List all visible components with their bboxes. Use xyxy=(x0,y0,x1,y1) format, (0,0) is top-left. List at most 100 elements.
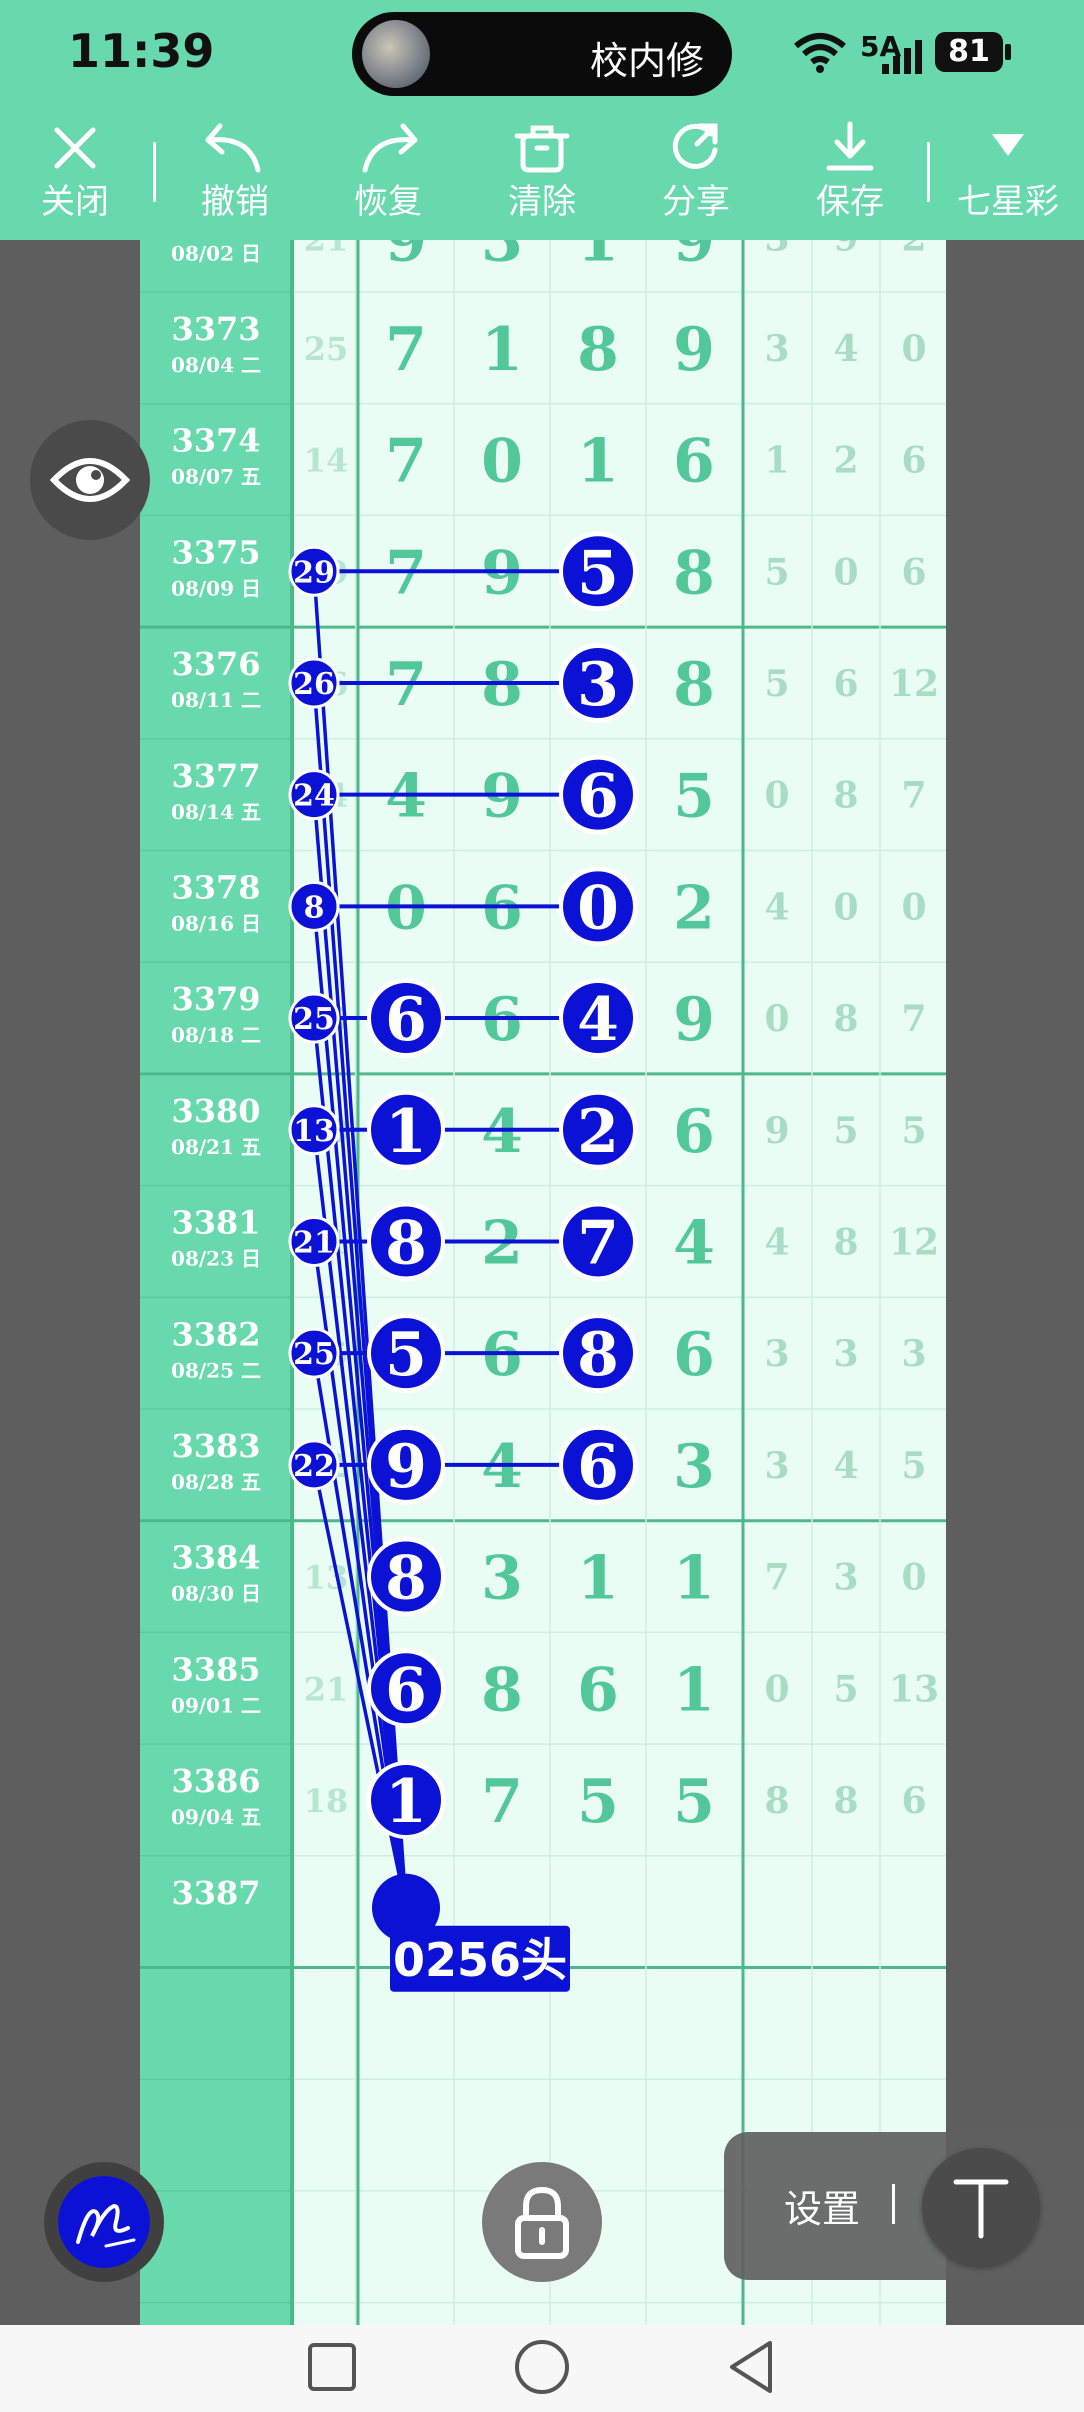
digit-cell: 6 xyxy=(673,1097,715,1167)
marked-digit: 8 xyxy=(385,1208,427,1278)
status-bar: 11:39 校内修 5A 81 xyxy=(0,0,1084,112)
digit-cell: 5 xyxy=(673,1767,715,1837)
marked-digit: 6 xyxy=(385,985,427,1055)
stat-cell: 2 xyxy=(833,440,858,482)
stat-cell: 12 xyxy=(889,1221,939,1263)
stat-cell: 1 xyxy=(764,440,789,482)
issue-date: 08/09 日 xyxy=(171,576,261,600)
toolbar-divider xyxy=(927,142,930,202)
handwriting-pen-button[interactable] xyxy=(44,2162,164,2282)
stat-cell: 3 xyxy=(764,240,789,259)
battery-tip xyxy=(1005,44,1011,60)
row-sum: 21 xyxy=(304,1670,349,1708)
digit-cell: 1 xyxy=(481,315,523,385)
stat-cell: 6 xyxy=(901,551,926,593)
digit-cell: 4 xyxy=(673,1208,715,1278)
digit-cell: 1 xyxy=(673,1544,715,1614)
trash-icon xyxy=(514,125,570,173)
stat-cell: 8 xyxy=(833,998,858,1040)
issue-number: 3384 xyxy=(171,1539,260,1577)
stat-cell: 3 xyxy=(764,1445,789,1487)
marked-digit: 6 xyxy=(577,1432,619,1502)
settings-button[interactable]: 设置 xyxy=(784,2178,860,2233)
issue-date: 08/18 二 xyxy=(171,1023,261,1047)
marked-digit: 8 xyxy=(385,1544,427,1614)
digit-cell: 5 xyxy=(577,1767,619,1837)
marked-digit: 9 xyxy=(385,1432,427,1502)
digit-cell: 2 xyxy=(673,873,715,943)
digit-cell: 6 xyxy=(673,427,715,497)
square-recents-icon[interactable] xyxy=(302,2337,362,2397)
issue-date: 08/02 日 xyxy=(171,241,261,265)
stat-cell: 0 xyxy=(764,998,789,1040)
text-tool-button[interactable] xyxy=(922,2148,1040,2266)
row-sum: 14 xyxy=(304,442,349,480)
lottery-trend-sheet[interactable]: 08/02 日219319392337308/04 二2571893403374… xyxy=(140,240,946,2325)
undo-button[interactable]: 撤销 xyxy=(180,112,290,240)
marked-digit: 3 xyxy=(577,650,619,720)
system-nav-bar xyxy=(0,2325,1084,2412)
redo-button[interactable]: 恢复 xyxy=(333,112,443,240)
lock-icon xyxy=(515,2186,569,2259)
digit-cell: 1 xyxy=(577,240,619,275)
issue-number: 3373 xyxy=(171,310,260,348)
issue-date: 08/23 日 xyxy=(171,1247,261,1271)
undo-icon xyxy=(205,123,261,173)
marked-digit: 5 xyxy=(385,1320,427,1390)
pen-color-swatch xyxy=(58,2176,150,2268)
close-icon xyxy=(54,127,96,169)
row-sum: 18 xyxy=(304,1782,349,1820)
clear-button[interactable]: 清除 xyxy=(487,112,597,240)
stat-cell: 6 xyxy=(901,1780,926,1822)
issue-number: 3386 xyxy=(171,1762,260,1800)
circled-sum-value: 8 xyxy=(304,890,325,925)
digit-cell: 9 xyxy=(673,240,715,275)
stat-cell: 8 xyxy=(764,1780,789,1822)
marked-digit: 8 xyxy=(577,1320,619,1390)
circled-sum-value: 29 xyxy=(293,555,335,590)
issue-date: 09/04 五 xyxy=(171,1805,261,1829)
digit-cell: 7 xyxy=(385,315,427,385)
circled-sum-value: 22 xyxy=(293,1449,335,1484)
issue-date: 08/25 二 xyxy=(171,1358,261,1382)
digit-cell: 3 xyxy=(673,1432,715,1502)
circle-home-icon[interactable] xyxy=(512,2337,572,2397)
save-button[interactable]: 保存 xyxy=(795,112,905,240)
lock-button[interactable] xyxy=(482,2162,602,2282)
clock: 11:39 xyxy=(68,24,215,78)
triangle-back-icon[interactable] xyxy=(722,2337,782,2397)
stat-cell: 5 xyxy=(764,663,789,705)
digit-cell: 9 xyxy=(673,985,715,1055)
stat-cell: 4 xyxy=(764,1221,789,1263)
stat-cell: 0 xyxy=(901,886,926,928)
settings-divider xyxy=(892,2184,895,2224)
stat-cell: 12 xyxy=(889,663,939,705)
stat-cell: 4 xyxy=(764,886,789,928)
stat-cell: 6 xyxy=(901,440,926,482)
digit-cell: 8 xyxy=(673,538,715,608)
visibility-toggle-button[interactable] xyxy=(30,420,150,540)
stat-cell: 0 xyxy=(901,1557,926,1599)
stat-cell: 5 xyxy=(901,1110,926,1152)
issue-date: 08/30 日 xyxy=(171,1582,261,1606)
stat-cell: 13 xyxy=(889,1668,939,1710)
close-button[interactable]: 关闭 xyxy=(20,112,130,240)
prediction-label: 0256头 xyxy=(393,1933,567,1987)
issue-date: 08/11 二 xyxy=(171,688,261,712)
stat-cell: 0 xyxy=(764,1668,789,1710)
digit-cell: 3 xyxy=(481,240,523,275)
digit-cell: 5 xyxy=(673,762,715,832)
issue-date: 08/16 日 xyxy=(171,912,261,936)
circled-sum-value: 24 xyxy=(293,779,335,814)
issue-date: 08/14 五 xyxy=(171,800,261,824)
marked-digit: 6 xyxy=(577,762,619,832)
issue-number: 3378 xyxy=(171,869,260,907)
download-icon xyxy=(826,121,874,171)
dynamic-island[interactable]: 校内修 xyxy=(352,12,732,96)
share-button[interactable]: 分享 xyxy=(641,112,751,240)
live-activity-text: 校内修 xyxy=(589,39,704,83)
stat-cell: 5 xyxy=(901,1445,926,1487)
lottery-type-dropdown[interactable]: 七星彩 xyxy=(948,112,1068,240)
issue-number: 3377 xyxy=(171,757,260,795)
issue-date: 08/28 五 xyxy=(171,1470,261,1494)
